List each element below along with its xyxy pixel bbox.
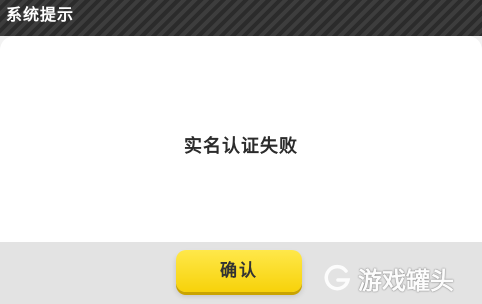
- dialog-content: 实名认证失败: [0, 36, 482, 242]
- watermark: 游戏罐头: [322, 258, 454, 298]
- watermark-text: 游戏罐头: [358, 266, 454, 295]
- g-logo-icon: [324, 264, 351, 291]
- confirm-button[interactable]: 确认: [176, 250, 302, 292]
- dialog-title-bar: 系统提示: [0, 0, 482, 36]
- dialog-title: 系统提示: [6, 5, 75, 24]
- dialog-message: 实名认证失败: [184, 136, 298, 157]
